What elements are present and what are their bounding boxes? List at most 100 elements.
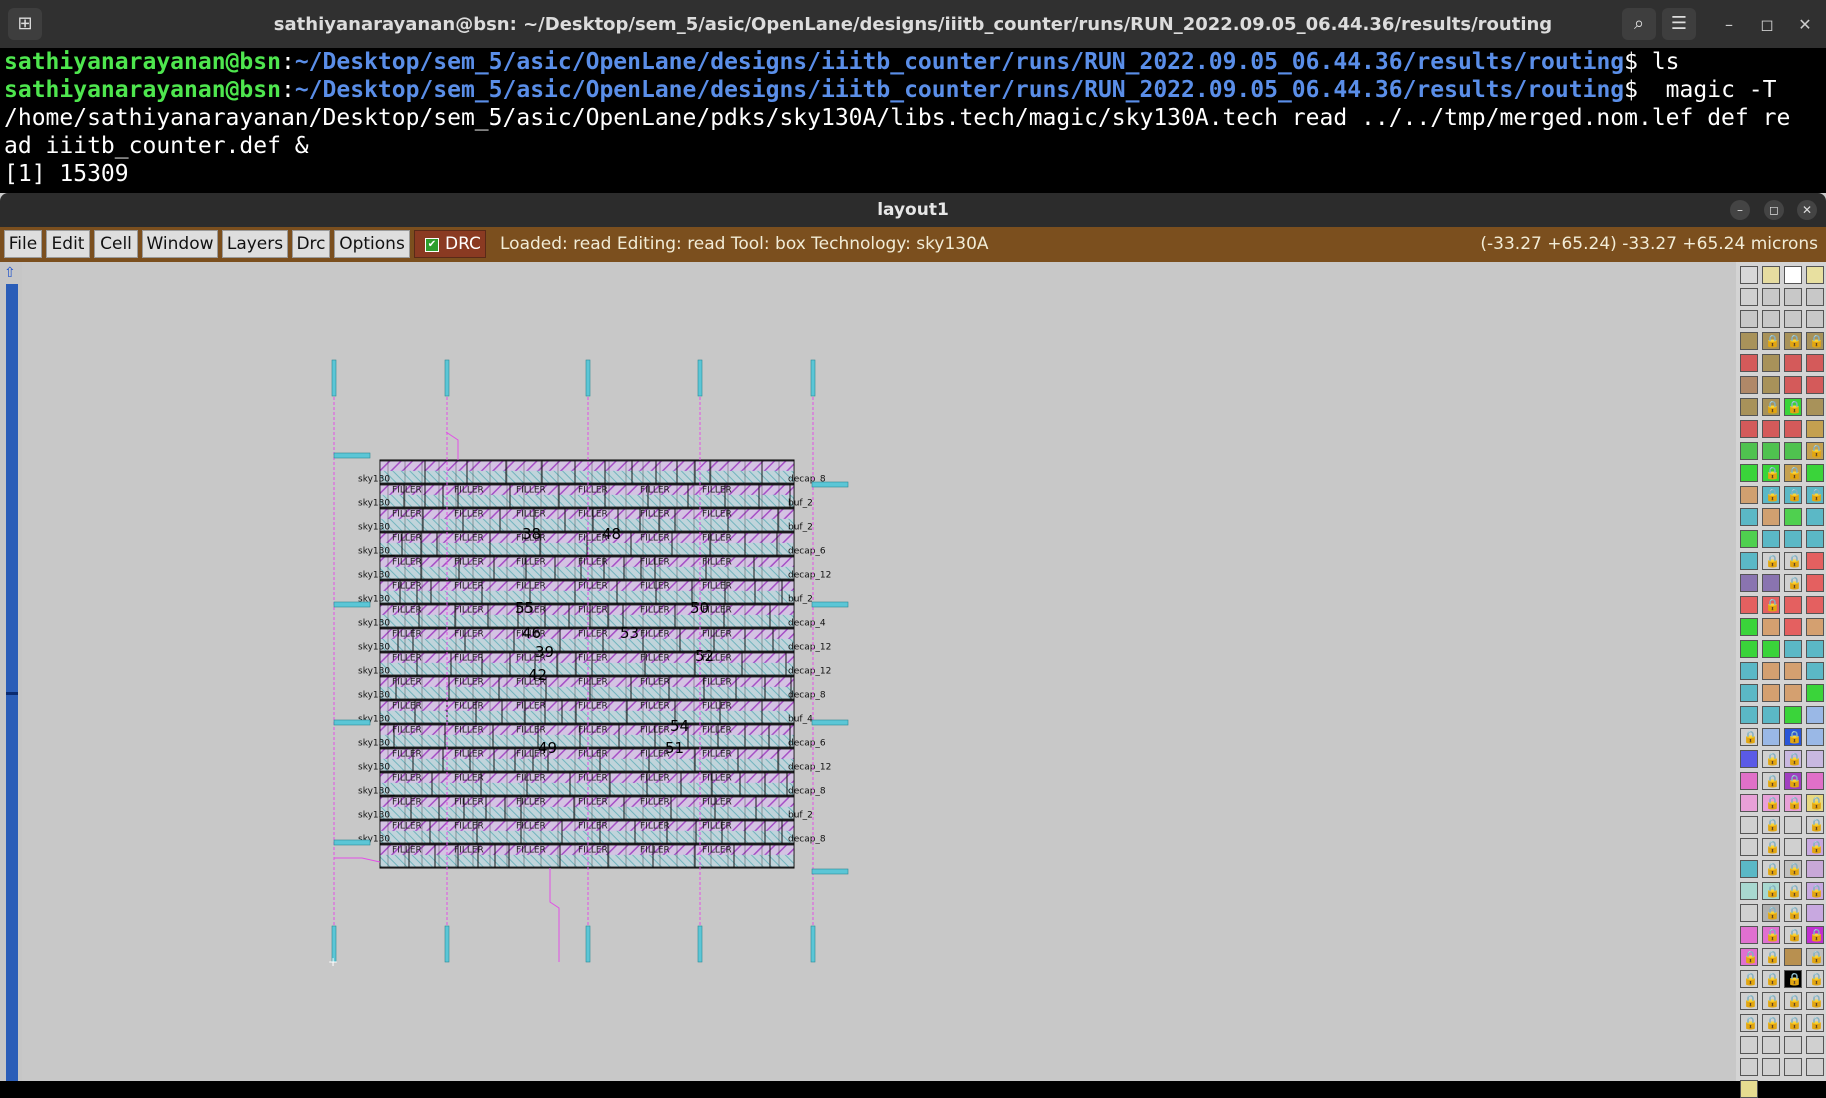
layer-swatch[interactable] — [1806, 310, 1824, 328]
layer-swatch[interactable] — [1806, 266, 1824, 284]
layer-swatch[interactable]: 🔒 — [1784, 574, 1802, 592]
layer-swatch[interactable] — [1762, 684, 1780, 702]
close-icon[interactable]: ✕ — [1797, 200, 1817, 220]
maximize-icon[interactable]: ◻ — [1756, 14, 1778, 36]
layer-swatch[interactable] — [1806, 1036, 1824, 1054]
layer-swatch[interactable]: 🔒 — [1784, 860, 1802, 878]
layer-swatch[interactable]: 🔒 — [1784, 1014, 1802, 1032]
layer-swatch[interactable] — [1784, 376, 1802, 394]
layer-swatch[interactable] — [1806, 904, 1824, 922]
layer-swatch[interactable] — [1740, 1036, 1758, 1054]
layer-swatch[interactable]: 🔒 — [1784, 332, 1802, 350]
layer-swatch[interactable] — [1740, 552, 1758, 570]
layer-swatch[interactable]: 🔒 — [1806, 794, 1824, 812]
layer-swatch[interactable]: 🔒 — [1762, 398, 1780, 416]
checkbox-checked-icon[interactable]: ✔ — [425, 238, 439, 252]
layer-swatch[interactable]: 🔒 — [1784, 464, 1802, 482]
layer-swatch[interactable]: 🔒 — [1806, 882, 1824, 900]
layer-swatch[interactable] — [1784, 354, 1802, 372]
layer-swatch[interactable] — [1806, 706, 1824, 724]
layer-swatch[interactable] — [1762, 662, 1780, 680]
layer-swatch[interactable]: 🔒 — [1784, 926, 1802, 944]
layer-swatch[interactable] — [1762, 288, 1780, 306]
layer-swatch[interactable]: 🔒 — [1784, 750, 1802, 768]
layer-swatch[interactable]: 🔒 — [1784, 486, 1802, 504]
layer-swatch[interactable]: 🔒 — [1762, 332, 1780, 350]
layer-swatch[interactable] — [1740, 640, 1758, 658]
layer-swatch[interactable] — [1806, 596, 1824, 614]
layer-swatch[interactable] — [1762, 530, 1780, 548]
layer-swatch[interactable] — [1784, 662, 1802, 680]
scroll-up-arrow-icon[interactable]: ⇧ — [4, 266, 18, 280]
layer-swatch[interactable] — [1806, 728, 1824, 746]
layer-swatch[interactable]: 🔒 — [1740, 948, 1758, 966]
close-icon[interactable]: ✕ — [1794, 14, 1816, 36]
layer-swatch[interactable]: 🔒 — [1762, 838, 1780, 856]
layer-swatch[interactable]: 🔒 — [1762, 464, 1780, 482]
layer-swatch[interactable]: 🔒 — [1784, 728, 1802, 746]
layer-swatch[interactable] — [1784, 530, 1802, 548]
menu-file[interactable]: File — [4, 230, 42, 258]
layer-swatch[interactable] — [1740, 486, 1758, 504]
minimize-icon[interactable]: – — [1718, 14, 1740, 36]
layer-swatch[interactable] — [1740, 266, 1758, 284]
layer-swatch[interactable] — [1740, 1080, 1758, 1098]
layer-swatch[interactable]: 🔒 — [1762, 904, 1780, 922]
layer-swatch[interactable]: 🔒 — [1806, 816, 1824, 834]
layer-swatch[interactable] — [1740, 772, 1758, 790]
layer-swatch[interactable] — [1762, 574, 1780, 592]
layer-swatch[interactable] — [1784, 1036, 1802, 1054]
layer-swatch[interactable] — [1806, 376, 1824, 394]
layer-swatch[interactable] — [1806, 618, 1824, 636]
layer-swatch[interactable]: 🔒 — [1784, 882, 1802, 900]
layer-swatch[interactable]: 🔒 — [1762, 596, 1780, 614]
layer-swatch[interactable] — [1784, 640, 1802, 658]
layer-swatch[interactable] — [1806, 574, 1824, 592]
scrollbar-thumb[interactable] — [6, 692, 18, 695]
menu-options[interactable]: Options — [334, 230, 410, 258]
layer-swatch[interactable]: 🔒 — [1762, 970, 1780, 988]
layer-swatch[interactable]: 🔒 — [1762, 750, 1780, 768]
layer-swatch[interactable] — [1762, 508, 1780, 526]
search-icon[interactable]: ⌕ — [1622, 8, 1656, 40]
layer-swatch[interactable]: 🔒 — [1740, 728, 1758, 746]
layer-swatch[interactable]: 🔒 — [1806, 926, 1824, 944]
layer-swatch[interactable] — [1740, 354, 1758, 372]
layer-swatch[interactable]: 🔒 — [1784, 398, 1802, 416]
layer-swatch[interactable]: 🔒 — [1784, 772, 1802, 790]
layer-swatch[interactable]: 🔒 — [1784, 904, 1802, 922]
layer-swatch[interactable] — [1806, 552, 1824, 570]
layer-swatch[interactable] — [1806, 508, 1824, 526]
layer-swatch[interactable] — [1784, 1058, 1802, 1076]
layer-swatch[interactable]: 🔒 — [1784, 992, 1802, 1010]
layer-swatch[interactable]: 🔒 — [1784, 552, 1802, 570]
layer-swatch[interactable] — [1806, 860, 1824, 878]
layer-swatch[interactable]: 🔒 — [1806, 948, 1824, 966]
layer-swatch[interactable]: 🔒 — [1762, 882, 1780, 900]
layer-swatch[interactable] — [1740, 574, 1758, 592]
hamburger-menu-icon[interactable]: ☰ — [1662, 8, 1696, 40]
layer-swatch[interactable] — [1784, 706, 1802, 724]
layer-swatch[interactable] — [1740, 464, 1758, 482]
layer-swatch[interactable] — [1806, 420, 1824, 438]
layer-swatch[interactable] — [1740, 376, 1758, 394]
layer-swatch[interactable]: 🔒 — [1806, 1014, 1824, 1032]
layer-swatch[interactable] — [1762, 376, 1780, 394]
layer-swatch[interactable] — [1740, 508, 1758, 526]
layer-swatch[interactable] — [1784, 266, 1802, 284]
layer-swatch[interactable] — [1784, 816, 1802, 834]
layer-swatch[interactable] — [1784, 508, 1802, 526]
layer-swatch[interactable] — [1762, 354, 1780, 372]
menu-edit[interactable]: Edit — [46, 230, 90, 258]
layer-swatch[interactable] — [1740, 860, 1758, 878]
layer-swatch[interactable]: 🔒 — [1762, 794, 1780, 812]
layer-swatch[interactable]: 🔒 — [1762, 948, 1780, 966]
layer-swatch[interactable] — [1806, 662, 1824, 680]
layer-swatch[interactable] — [1806, 684, 1824, 702]
layer-swatch[interactable]: 🔒 — [1784, 970, 1802, 988]
layer-swatch[interactable] — [1806, 464, 1824, 482]
layer-swatch[interactable] — [1762, 420, 1780, 438]
layer-swatch[interactable] — [1740, 926, 1758, 944]
layer-swatch[interactable] — [1784, 684, 1802, 702]
layer-swatch[interactable] — [1740, 596, 1758, 614]
